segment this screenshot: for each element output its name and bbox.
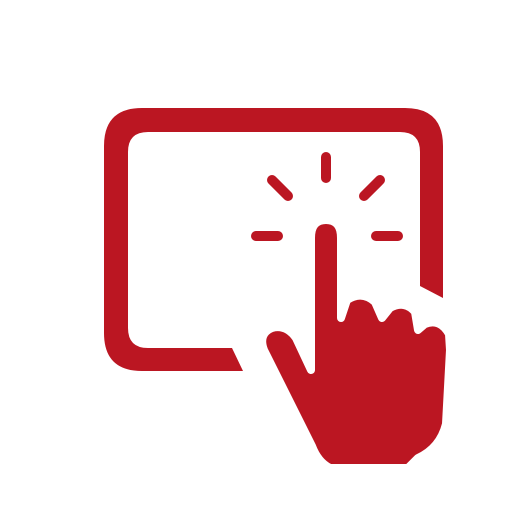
icon-canvas bbox=[0, 0, 521, 522]
tap-ray-upper-right bbox=[359, 175, 385, 201]
touch-screen-tap-icon bbox=[104, 108, 454, 472]
tap-ray-upper-left bbox=[267, 175, 293, 201]
